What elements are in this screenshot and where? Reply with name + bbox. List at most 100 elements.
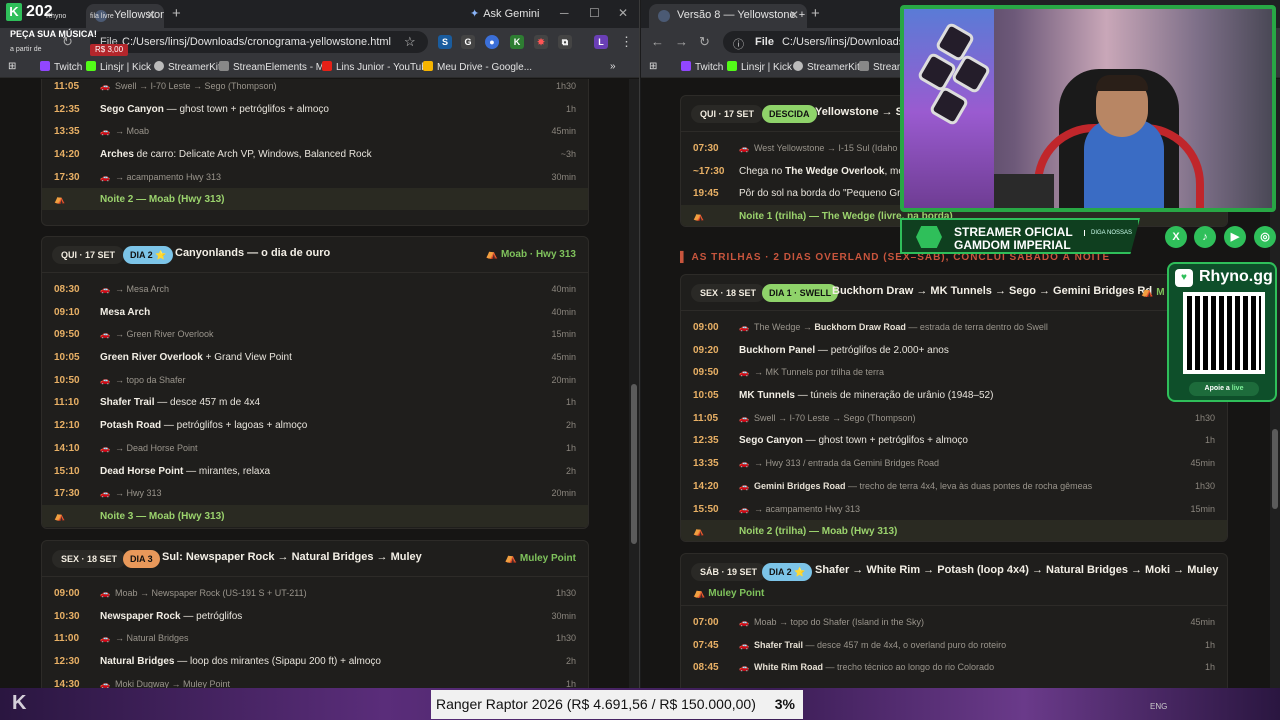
- activity-text: → acampamento Hwy 313: [753, 503, 861, 514]
- apps-grid-icon[interactable]: ⊞: [649, 61, 657, 72]
- kick-extension-icon[interactable]: K: [510, 35, 524, 49]
- google-extension-icon[interactable]: G: [461, 35, 475, 49]
- menu-kebab-icon[interactable]: ⋮: [620, 34, 633, 50]
- time-label: 07:45: [693, 639, 719, 651]
- activity-description: Dead Horse Point — mirantes, relaxa: [100, 466, 270, 477]
- schedule-row: 09:00 The Wedge → Buckhorn Draw Road — es…: [681, 316, 1227, 339]
- puzzle-extensions-icon[interactable]: ⧉: [558, 35, 572, 49]
- maximize-icon[interactable]: ☐: [589, 6, 600, 20]
- tray-language[interactable]: ENG: [1150, 702, 1167, 711]
- schedule-row: 13:35 → Moab 45min: [42, 120, 588, 143]
- bookmark-kick[interactable]: Linsjr | Kick: [86, 61, 151, 73]
- duration-label: 1h: [1204, 639, 1215, 650]
- url-input[interactable]: File C:/Users/linsj/Downloads/cronograma-…: [90, 31, 428, 53]
- schedule-row: 12:30 Natural Bridges — loop dos mirantes…: [42, 650, 588, 673]
- new-tab-icon[interactable]: +: [811, 5, 820, 22]
- minimize-icon[interactable]: ─: [560, 6, 569, 20]
- profile-avatar[interactable]: L: [594, 35, 608, 49]
- new-tab-icon[interactable]: +: [172, 5, 181, 22]
- activity-place: Natural Bridges: [100, 656, 175, 668]
- schedule-row: 07:00 Moab → topo do Shafer (Island in th…: [681, 611, 1227, 634]
- activity-place: Green River Overlook: [100, 352, 203, 364]
- song-request-label: PEÇA SUA MÚSICA!: [10, 29, 97, 39]
- bookmark-streamelements[interactable]: StreamElements - M...: [219, 61, 332, 73]
- time-label: 09:10: [54, 306, 80, 318]
- time-label: 14:30: [54, 678, 80, 688]
- duration-label: 1h30: [555, 633, 576, 644]
- activity-text: — petróglifos: [180, 610, 243, 622]
- tab-versao-8[interactable]: Versão 8 — Yellowstone + 2 dia...✕: [649, 4, 807, 28]
- schedule-rows: 07:00 Moab → topo do Shafer (Island in th…: [681, 611, 1227, 679]
- activity-description: Moab → topo do Shafer (Island in the Sky…: [739, 617, 924, 627]
- activity-description: Natural Bridges — loop dos mirantes (Sip…: [100, 656, 381, 667]
- support-text: Apoie a: [1204, 385, 1230, 392]
- schedule-row: 09:50 → Green River Overlook 15min: [42, 323, 588, 346]
- bookmark-youtube[interactable]: Lins Junior - YouTube: [322, 61, 432, 73]
- ask-gemini-button[interactable]: ✦ Ask Gemini: [470, 7, 539, 20]
- more-bookmarks-icon[interactable]: »: [610, 61, 616, 72]
- bookmark-label: StreamElements - M...: [233, 62, 333, 73]
- qr-code: [1183, 292, 1265, 374]
- duration-label: ~3h: [560, 149, 576, 160]
- day-card: SÁB · 19 SET DIA 2 ⭐ Shafer → White Rim …: [680, 553, 1228, 688]
- date-badge: SEX · 18 SET: [52, 550, 127, 568]
- extension-icon[interactable]: ✸: [534, 35, 548, 49]
- price-prefix: a partir de: [10, 46, 42, 53]
- bookmark-drive[interactable]: Meu Drive - Google...: [423, 61, 532, 73]
- schedule-row: 07:45 Shafer Trail — desce 457 m de 4x4, …: [681, 634, 1227, 657]
- extension-icon[interactable]: ●: [485, 35, 499, 49]
- apps-grid-icon[interactable]: ⊞: [8, 61, 16, 72]
- back-icon[interactable]: ←: [651, 34, 664, 49]
- night-label: Noite 2 — Moab (Hwy 313): [100, 194, 225, 206]
- time-label: 07:00: [693, 617, 719, 628]
- activity-text: — desce 457 m de 4x4: [154, 397, 261, 409]
- duration-label: 1h: [1204, 435, 1215, 446]
- activity-text: — trecho técnico ao longo do rio Colorad…: [822, 662, 995, 673]
- time-label: 12:35: [693, 435, 719, 447]
- activity-description: Sego Canyon — ghost town + petróglifos +…: [739, 435, 968, 446]
- bookmark-twitch[interactable]: Twitch: [681, 61, 723, 73]
- card-header: QUI · 17 SET DIA 2 ⭐ Canyonlands — o dia…: [42, 237, 588, 273]
- bookmark-label: Linsjr | Kick: [100, 62, 151, 73]
- activity-text: → Moab: [114, 126, 149, 137]
- bookmark-streamerkit[interactable]: StreamerKit: [154, 61, 221, 73]
- schedule-row: 10:50 → topo da Shafer 20min: [42, 369, 588, 392]
- bookmark-twitch[interactable]: Twitch: [40, 61, 82, 73]
- close-tab-icon[interactable]: ✕: [146, 8, 156, 22]
- overnight-label: M: [1156, 287, 1165, 298]
- extension-icon[interactable]: S: [438, 35, 452, 49]
- activity-text: — ghost town + petróglifos + almoço: [802, 435, 968, 447]
- schedule-rows: 11:05 Swell → I-70 Leste → Sego (Thompson…: [42, 79, 588, 188]
- activity-place: Shafer Trail: [100, 397, 155, 409]
- activity-text: — túneis de mineração de urânio (1948–52…: [794, 390, 994, 402]
- activity-text: + Grand View Point: [202, 352, 292, 364]
- bookmark-streamerkit[interactable]: StreamerKit: [793, 61, 860, 73]
- scrollbar-thumb[interactable]: [1272, 429, 1278, 509]
- bookmark-star-icon[interactable]: ☆: [404, 34, 416, 50]
- activity-place: Shafer Trail: [753, 639, 803, 650]
- date-badge: SÁB · 19 SET: [691, 563, 767, 581]
- scrollbar-thumb[interactable]: [631, 384, 637, 544]
- bookmark-kick[interactable]: Linsjr | Kick: [727, 61, 792, 73]
- reload-icon[interactable]: ↻: [699, 34, 710, 50]
- scrollbar[interactable]: [629, 79, 639, 688]
- schedule-row: 08:30 → Mesa Arch 40min: [42, 278, 588, 301]
- bookmark-stream[interactable]: Stream: [859, 61, 905, 73]
- close-tab-icon[interactable]: ✕: [789, 8, 799, 22]
- night-label: Noite 3 — Moab (Hwy 313): [100, 510, 225, 522]
- night-row: ⛺ Noite 3 — Moab (Hwy 313): [42, 504, 588, 527]
- activity-place: Sego Canyon: [739, 435, 803, 447]
- activity-prefix: Chega no: [739, 165, 786, 177]
- gemini-icon: ✦: [470, 8, 480, 20]
- time-label: 10:50: [54, 374, 80, 386]
- duration-label: 1h: [565, 442, 576, 453]
- bookmark-label: StreamerKit: [168, 62, 221, 73]
- close-window-icon[interactable]: ✕: [618, 6, 628, 20]
- forward-icon[interactable]: →: [675, 34, 688, 49]
- tent-icon: ⛺: [693, 211, 705, 222]
- duration-label: 1h30: [1194, 480, 1215, 491]
- activity-text: → Dead Horse Point: [114, 442, 198, 453]
- day-badge: DIA 2 ⭐: [123, 246, 174, 264]
- card-title: Shafer → White Rim → Potash (loop 4x4) →…: [815, 564, 1219, 576]
- tent-icon: ⛺: [693, 526, 705, 537]
